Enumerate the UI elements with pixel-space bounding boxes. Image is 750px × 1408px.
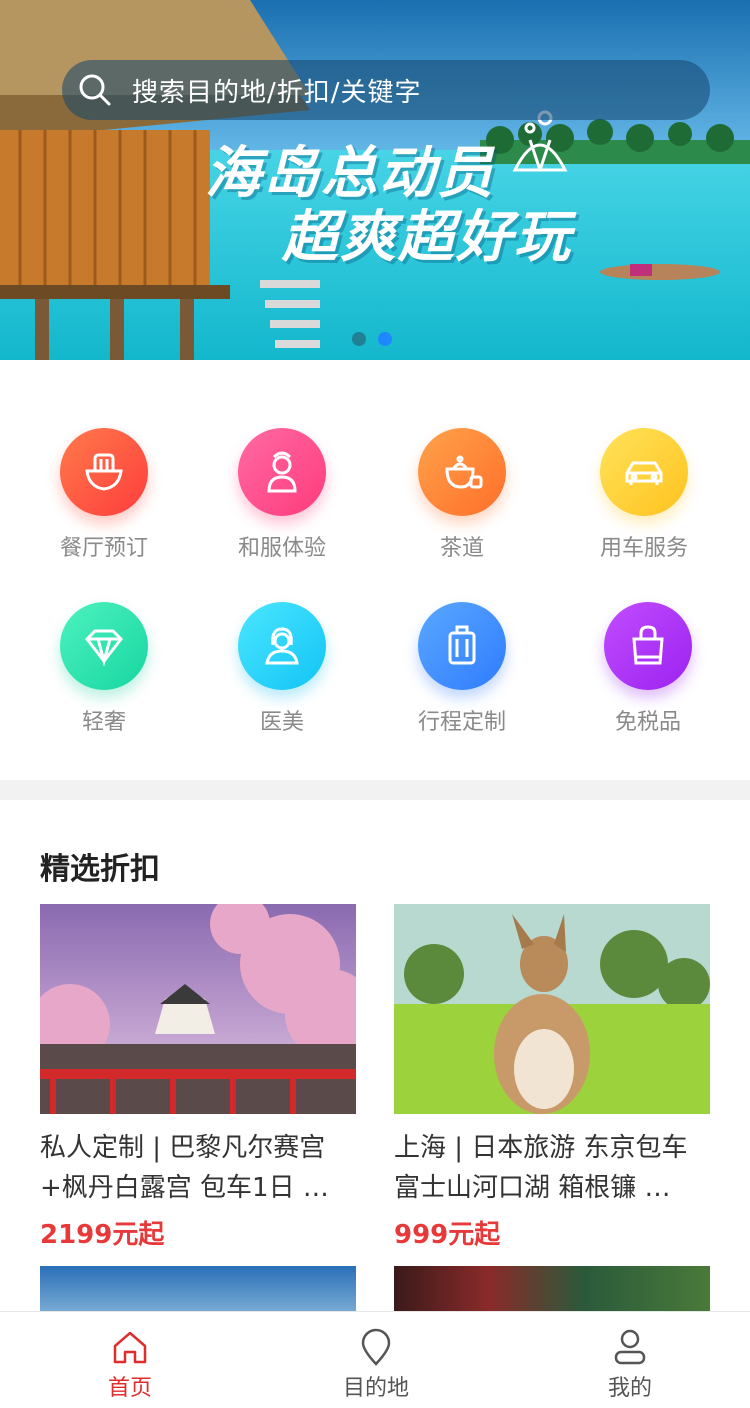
tab-label: 目的地 [342,1376,409,1401]
search-bar[interactable]: 搜索目的地/折扣/关键字 [62,60,710,120]
bowl-icon [60,428,148,516]
hero-banner[interactable]: 搜索目的地/折扣/关键字 海岛总动员 超爽超好玩 [0,0,750,360]
search-placeholder[interactable]: 搜索目的地/折扣/关键字 [132,72,422,109]
search-icon [79,74,111,106]
category-label: 免税品 [614,710,681,735]
deal-price: 999元起 [394,1220,501,1250]
tab-label: 首页 [107,1376,152,1401]
deal-image[interactable] [394,904,710,1114]
deal-image[interactable] [40,904,356,1114]
tab-label: 我的 [607,1376,652,1401]
category-label: 轻奢 [81,710,126,735]
deal-card[interactable]: 上海 | 日本旅游 东京包车富士山河口湖 箱根镰 … 999元起 [394,904,710,1251]
deal-title[interactable]: 上海 | 日本旅游 东京包车富士山河口湖 箱根镰 … [394,1128,710,1208]
tab-destination[interactable]: 目的地 [296,1312,456,1408]
woman-face-icon [238,602,326,690]
bottom-tab-bar: 首页 目的地 我的 [0,1311,750,1408]
category-label: 用车服务 [599,536,688,561]
home-icon [113,1331,147,1364]
category-grid: 餐厅预订 和服体验 茶道 用车服务 轻奢 医美 行程定制 免税品 [0,360,750,780]
luggage-icon [418,602,506,690]
shopping-bag-icon [604,602,692,690]
section-title: 精选折扣 [40,852,160,887]
category-label: 餐厅预订 [59,536,148,561]
carousel-dot-active[interactable] [378,332,392,346]
deal-title[interactable]: 私人定制 | 巴黎凡尔赛宫+枫丹白露宫 包车1日 … [40,1128,356,1208]
kimono-person-icon [238,428,326,516]
car-icon [600,428,688,516]
carousel-dot[interactable] [352,332,366,346]
deal-image[interactable] [40,1266,356,1316]
category-beauty[interactable]: 医美 [192,602,372,736]
teapot-icon [418,428,506,516]
deal-card[interactable]: 私人定制 | 巴黎凡尔赛宫+枫丹白露宫 包车1日 … 2199元起 [40,904,356,1251]
category-label: 行程定制 [417,710,506,735]
category-kimono[interactable]: 和服体验 [192,428,372,562]
category-luxury[interactable]: 轻奢 [14,602,194,736]
banner-headline-2: 超爽超好玩 [282,205,572,270]
app-root: 搜索目的地/折扣/关键字 海岛总动员 超爽超好玩 餐厅预订 和服体验 茶道 用车… [0,0,750,1408]
deal-image[interactable] [394,1266,710,1316]
tab-home[interactable]: 首页 [50,1312,210,1408]
category-label: 和服体验 [237,536,326,561]
category-label: 医美 [259,710,304,735]
category-label: 茶道 [439,536,484,561]
category-duty-free[interactable]: 免税品 [558,602,738,736]
user-icon [614,1329,646,1365]
category-car[interactable]: 用车服务 [554,428,734,562]
deal-price: 2199元起 [40,1220,165,1250]
category-tea[interactable]: 茶道 [372,428,552,562]
diamond-icon [60,602,148,690]
category-restaurant[interactable]: 餐厅预订 [14,428,194,562]
section-divider [0,780,750,800]
tab-mine[interactable]: 我的 [550,1312,710,1408]
location-pin-icon [361,1328,391,1366]
carousel-dots[interactable] [352,332,392,346]
category-itinerary[interactable]: 行程定制 [372,602,552,736]
